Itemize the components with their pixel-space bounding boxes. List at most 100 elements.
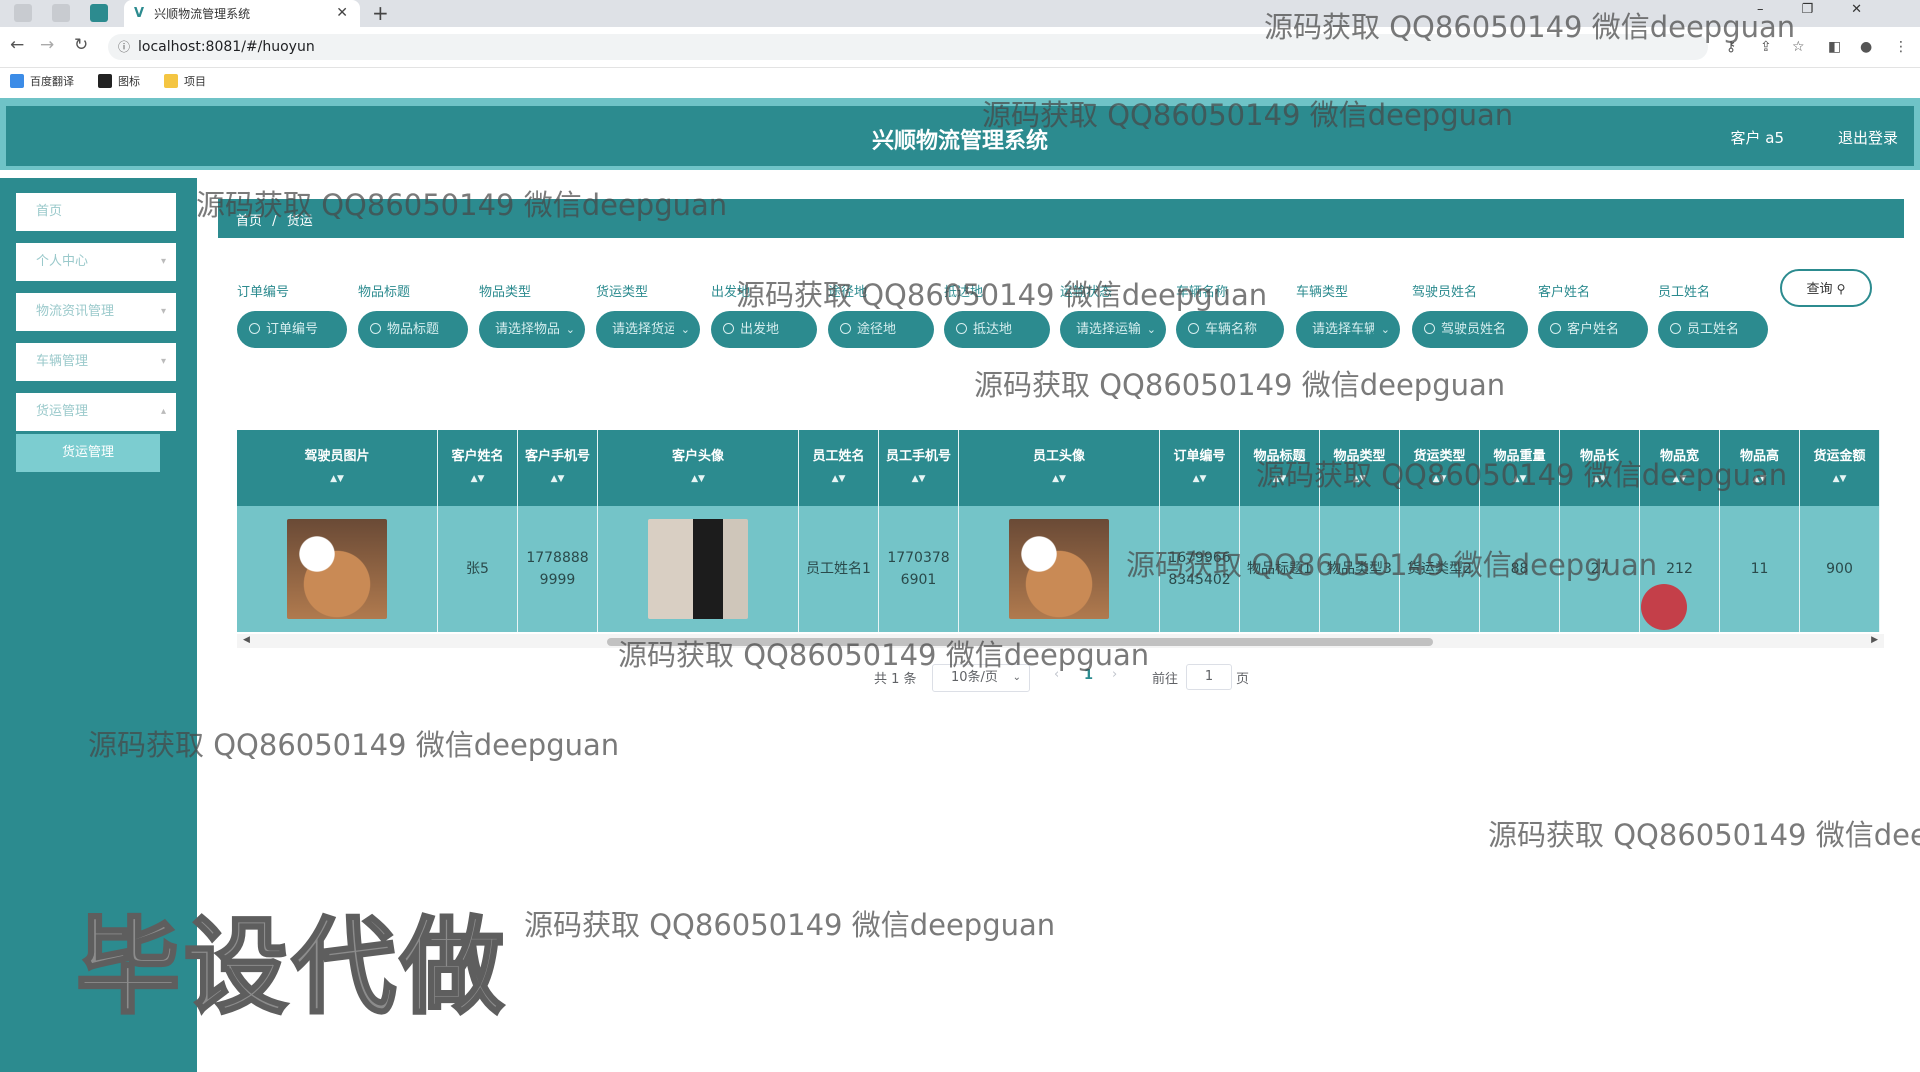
url-field[interactable]: ⓘ localhost:8081/#/huoyun <box>108 34 1708 60</box>
origin-input[interactable]: 出发地 <box>711 311 817 348</box>
column-header[interactable]: 客户姓名 ▲▼ <box>438 430 518 506</box>
sidebar-item-label: 车辆管理 <box>36 354 89 369</box>
bookmark-label: 项目 <box>184 75 206 88</box>
breadcrumb-text: 首页 / 货运 <box>236 210 313 229</box>
chevron-up-icon: ▴ <box>160 406 166 417</box>
column-header[interactable]: 货运类型 ▲▼ <box>1400 430 1480 506</box>
column-header-label: 物品标题 <box>1253 449 1306 464</box>
column-header[interactable]: 客户手机号 ▲▼ <box>518 430 598 506</box>
column-header[interactable]: 订单编号 ▲▼ <box>1160 430 1240 506</box>
column-header[interactable]: 物品高 ▲▼ <box>1720 430 1800 506</box>
sort-icon[interactable]: ▲▼ <box>1193 468 1207 490</box>
bookmark-baidu-translate[interactable]: 百度翻译 <box>10 73 74 89</box>
cat-photo[interactable] <box>287 519 387 619</box>
column-header[interactable]: 员工头像 ▲▼ <box>959 430 1160 506</box>
vehicle-type-select[interactable]: 请选择车辆类型 ⌄ <box>1296 311 1400 348</box>
sort-icon[interactable]: ▲▼ <box>1673 468 1687 490</box>
table-row[interactable]: 张5 17788889999 员工姓名1 17703786901 16799668345… <box>237 506 1880 632</box>
prev-page-icon[interactable]: ‹ <box>1054 667 1059 682</box>
table-cell: 16799668345402 <box>1160 506 1240 632</box>
waypoint-input[interactable]: 途径地 <box>828 311 934 348</box>
driver-name-input[interactable]: 驾驶员姓名 <box>1412 311 1528 348</box>
vue-tab-icon[interactable] <box>90 4 108 22</box>
chevron-down-icon: ⌄ <box>1146 323 1156 336</box>
cell-value: 11 <box>1750 561 1769 577</box>
query-button[interactable]: 查询 ⚲ <box>1780 269 1872 307</box>
key-icon[interactable]: ⚷ <box>1726 39 1736 55</box>
customer-name-input[interactable]: 客户姓名 <box>1538 311 1648 348</box>
column-header-label: 货运金额 <box>1813 449 1866 464</box>
sort-icon[interactable]: ▲▼ <box>832 468 846 490</box>
freight-type-select[interactable]: 请选择货运类型 ⌄ <box>596 311 700 348</box>
column-header-label: 客户头像 <box>671 449 724 464</box>
sidebar-item-news[interactable]: 物流资讯管理 ▾ <box>16 293 176 331</box>
sort-icon[interactable]: ▲▼ <box>1273 468 1287 490</box>
window-controls[interactable]: –❐✕ <box>1757 2 1900 17</box>
scroll-right-icon[interactable]: ▶ <box>1871 635 1878 645</box>
input-placeholder: 途径地 <box>857 322 897 337</box>
vehicle-name-input[interactable]: 车辆名称 <box>1176 311 1284 348</box>
page-number[interactable]: 1 <box>1084 668 1093 683</box>
page-size-select[interactable]: 10条/页 ⌄ <box>932 664 1030 692</box>
share-icon[interactable]: ⇪ <box>1760 39 1772 55</box>
bookmark-project[interactable]: 项目 <box>164 73 206 89</box>
new-tab-button[interactable]: + <box>372 1 389 25</box>
back-icon[interactable]: ← <box>10 35 24 55</box>
tab-icon[interactable] <box>14 4 32 22</box>
sort-icon[interactable]: ▲▼ <box>1753 468 1767 490</box>
reload-icon[interactable]: ↻ <box>74 35 88 55</box>
person-photo[interactable] <box>648 519 748 619</box>
sort-icon[interactable]: ▲▼ <box>1433 468 1447 490</box>
column-header[interactable]: 物品宽 ▲▼ <box>1640 430 1720 506</box>
item-type-select[interactable]: 请选择物品类型 ⌄ <box>479 311 585 348</box>
column-header[interactable]: 物品长 ▲▼ <box>1560 430 1640 506</box>
next-page-icon[interactable]: › <box>1112 667 1117 682</box>
sort-icon[interactable]: ▲▼ <box>1052 468 1066 490</box>
column-header[interactable]: 客户头像 ▲▼ <box>598 430 799 506</box>
scrollbar-thumb[interactable] <box>607 638 1433 646</box>
forward-icon[interactable]: → <box>40 35 54 55</box>
sort-icon[interactable]: ▲▼ <box>1513 468 1527 490</box>
cell-value: 张5 <box>466 561 489 577</box>
tab-icon[interactable] <box>52 4 70 22</box>
breadcrumb-home[interactable]: 首页 <box>236 214 262 229</box>
sort-icon[interactable]: ▲▼ <box>912 468 926 490</box>
sidebar-item-home[interactable]: 首页 <box>16 193 176 231</box>
employee-name-input[interactable]: 员工姓名 <box>1658 311 1768 348</box>
star-icon[interactable]: ☆ <box>1792 39 1805 55</box>
order-number-input[interactable]: 订单编号 <box>237 311 347 348</box>
sidepanel-icon[interactable]: ◧ <box>1828 39 1841 55</box>
sort-icon[interactable]: ▲▼ <box>691 468 705 490</box>
sort-icon[interactable]: ▲▼ <box>471 468 485 490</box>
sidebar-item-profile[interactable]: 个人中心 ▾ <box>16 243 176 281</box>
item-title-input[interactable]: 物品标题 <box>358 311 468 348</box>
logout-link[interactable]: 退出登录 <box>1838 127 1898 148</box>
sidebar-item-vehicles[interactable]: 车辆管理 ▾ <box>16 343 176 381</box>
watermark-text: 源码获取 QQ86050149 微信deepguan <box>524 908 1056 942</box>
column-header[interactable]: 物品类型 ▲▼ <box>1320 430 1400 506</box>
cat-photo[interactable] <box>1009 519 1109 619</box>
transport-status-select[interactable]: 请选择运输状态 ⌄ <box>1060 311 1166 348</box>
column-header[interactable]: 货运金额 ▲▼ <box>1800 430 1880 506</box>
column-header[interactable]: 驾驶员图片 ▲▼ <box>237 430 438 506</box>
column-header[interactable]: 物品重量 ▲▼ <box>1480 430 1560 506</box>
column-header[interactable]: 员工手机号 ▲▼ <box>879 430 959 506</box>
sort-icon[interactable]: ▲▼ <box>1593 468 1607 490</box>
column-header[interactable]: 员工姓名 ▲▼ <box>799 430 879 506</box>
sidebar-item-freight[interactable]: 货运管理 ▴ <box>16 393 176 431</box>
sort-icon[interactable]: ▲▼ <box>330 468 344 490</box>
bookmark-icons[interactable]: 图标 <box>98 73 140 89</box>
scroll-left-icon[interactable]: ◀ <box>243 635 250 645</box>
active-tab[interactable]: V 兴顺物流管理系统 ✕ <box>124 0 360 27</box>
close-tab-icon[interactable]: ✕ <box>336 5 348 21</box>
sort-icon[interactable]: ▲▼ <box>1833 468 1847 490</box>
sort-icon[interactable]: ▲▼ <box>551 468 565 490</box>
horizontal-scrollbar[interactable]: ◀ ▶ <box>237 634 1884 648</box>
destination-input[interactable]: 抵达地 <box>944 311 1050 348</box>
menu-icon[interactable]: ⋮ <box>1894 39 1908 55</box>
goto-page-input[interactable]: 1 <box>1186 664 1232 690</box>
profile-icon[interactable]: ● <box>1860 39 1872 55</box>
column-header[interactable]: 物品标题 ▲▼ <box>1240 430 1320 506</box>
sidebar-subitem-freight-management[interactable]: 货运管理 <box>16 434 160 472</box>
sort-icon[interactable]: ▲▼ <box>1353 468 1367 490</box>
